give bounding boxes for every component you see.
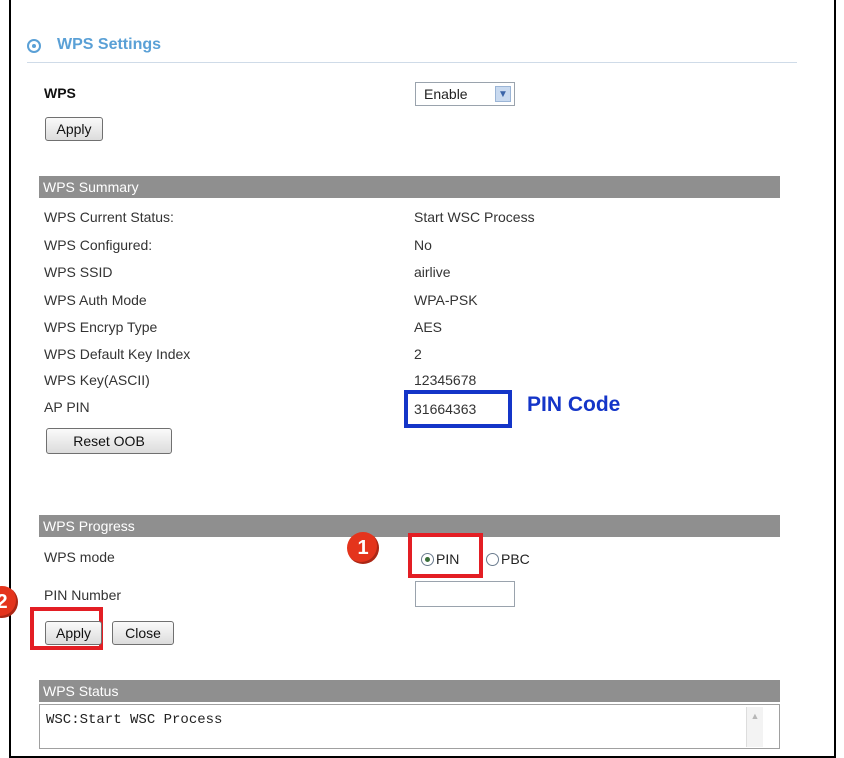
summary-value-key-ascii: 12345678 [414, 372, 477, 388]
wps-status-text: WSC:Start WSC Process [46, 712, 223, 728]
summary-label-ap-pin: AP PIN [44, 399, 90, 415]
chevron-down-icon[interactable]: ▼ [495, 86, 511, 102]
scroll-up-icon[interactable]: ▲ [749, 710, 761, 722]
summary-label-configured: WPS Configured: [44, 237, 153, 253]
radio-pin[interactable] [421, 553, 434, 566]
wps-summary-header: WPS Summary [39, 176, 780, 198]
pin-number-input[interactable] [415, 581, 515, 607]
wps-status-header: WPS Status [39, 680, 780, 702]
summary-value-ssid: airlive [414, 264, 451, 280]
wps-select-value: Enable [424, 86, 468, 102]
pin-number-label: PIN Number [44, 587, 122, 603]
summary-value-configured: No [414, 237, 432, 253]
summary-value-auth-mode: WPA-PSK [414, 292, 478, 308]
pin-code-highlight-box [404, 390, 512, 428]
close-button[interactable]: Close [112, 621, 174, 645]
summary-label-ssid: WPS SSID [44, 264, 113, 280]
radio-pin-label: PIN [436, 551, 460, 567]
summary-value-default-key-index: 2 [414, 346, 422, 362]
radio-pbc-label: PBC [501, 551, 530, 567]
wps-status-textarea[interactable]: WSC:Start WSC Process ▲ [39, 704, 780, 749]
wps-mode-label: WPS mode [44, 549, 115, 565]
reset-oob-button[interactable]: Reset OOB [46, 428, 172, 454]
summary-label-current-status: WPS Current Status: [44, 209, 174, 225]
progress-apply-button[interactable]: Apply [45, 621, 102, 645]
summary-value-current-status: Start WSC Process [414, 209, 535, 225]
target-icon [27, 39, 41, 53]
summary-label-key-ascii: WPS Key(ASCII) [44, 372, 150, 388]
summary-value-encryp-type: AES [414, 319, 443, 335]
wps-label: WPS [44, 85, 76, 101]
page-title: WPS Settings [57, 36, 162, 53]
status-scrollbar[interactable]: ▲ [746, 707, 763, 747]
wps-apply-button[interactable]: Apply [45, 117, 103, 141]
step-1-badge: 1 [347, 532, 379, 564]
pin-code-annotation: PIN Code [527, 393, 621, 416]
section-title-row: WPS Settings [27, 36, 797, 63]
summary-label-auth-mode: WPS Auth Mode [44, 292, 147, 308]
summary-label-default-key-index: WPS Default Key Index [44, 346, 191, 362]
radio-pbc[interactable] [486, 553, 499, 566]
summary-label-encryp-type: WPS Encryp Type [44, 319, 158, 335]
wps-enable-select[interactable]: Enable ▼ [415, 82, 515, 106]
